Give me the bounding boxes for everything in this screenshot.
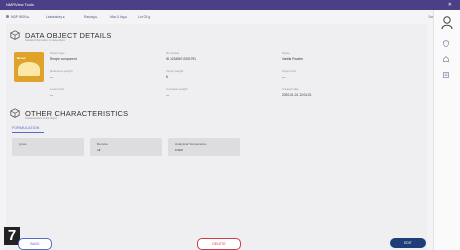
field-upper-limit: Upper limit — (282, 69, 296, 79)
tab-underline (12, 132, 44, 133)
edit-button[interactable]: EDIT (390, 238, 426, 248)
home-icon[interactable] (443, 56, 449, 64)
window-title: NMRView Tools (6, 2, 35, 7)
main-content: DATA OBJECT DETAILS Detailed information… (6, 24, 427, 250)
characteristic-box: Remote off (90, 138, 162, 156)
box-icon (10, 108, 20, 118)
characteristic-box: Analytical Temperature 0.000 (168, 138, 240, 156)
breadcrumb-item[interactable]: Racing ▸ (84, 15, 97, 19)
app-window: NMRView Tools ✕ NDP 8000 ▸ Laboratory ▸ … (0, 0, 460, 250)
breadcrumb-item[interactable]: Lot 03 g (138, 15, 150, 19)
field-lower-limit: Lower limit — (50, 87, 64, 97)
field-reference-weight: Reference weight — (50, 69, 73, 79)
characteristic-box: gross (12, 138, 84, 156)
delete-button[interactable]: DELETE (197, 238, 241, 250)
user-icon[interactable] (441, 16, 453, 33)
breadcrumb-item[interactable]: NDP 8000 ▸ (6, 15, 29, 19)
tab-formulation[interactable]: FORMULATION (12, 126, 39, 130)
field-object-type: Object type Recipe component (50, 51, 77, 61)
close-icon[interactable]: ✕ (448, 0, 452, 10)
product-thumbnail: Bread (14, 52, 44, 82)
list-icon[interactable] (443, 72, 449, 80)
field-target-weight: Target weight 8 (166, 69, 184, 79)
breadcrumb: NDP 8000 ▸ Laboratory ▸ Racing ▸ Mar-3 I… (6, 14, 436, 22)
breadcrumb-item[interactable]: Mar-3 Ing ▸ (110, 15, 127, 19)
back-button[interactable]: BACK (18, 238, 52, 250)
box-icon (10, 30, 20, 40)
shield-icon[interactable] (443, 40, 449, 49)
section-subtitle: Detailed information on data object (25, 39, 66, 42)
field-id-number: ID number ID 1234567-0001791 (166, 51, 196, 61)
breadcrumb-item[interactable]: Laboratory ▸ (46, 15, 65, 19)
field-complete-weight: Complete weight — (166, 87, 188, 97)
breadcrumb-dot-icon (6, 15, 9, 18)
title-bar: NMRView Tools ✕ (0, 0, 460, 10)
field-created-date: Created date 2020-01-01 12:01:01 (282, 87, 312, 97)
section-subtitle: Characteristics of the object (25, 117, 58, 120)
right-sidebar (433, 10, 460, 250)
field-name: Name Vanilla Powder (282, 51, 304, 61)
